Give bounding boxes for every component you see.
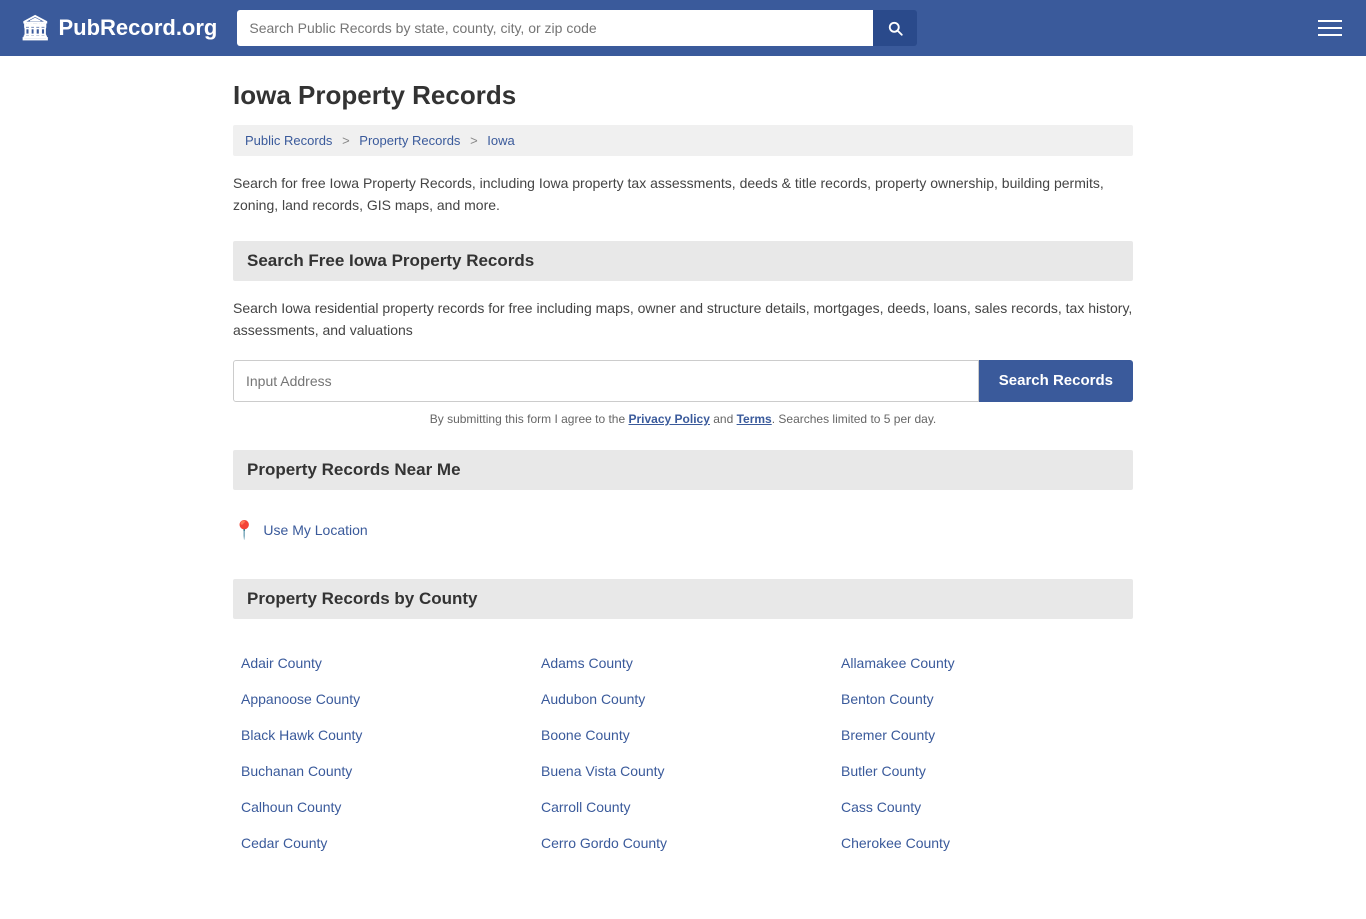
county-link[interactable]: Adair County [233,645,533,681]
county-link[interactable]: Audubon County [533,681,833,717]
near-me-label: Use My Location [263,522,367,538]
breadcrumb-public-records[interactable]: Public Records [245,133,332,148]
county-link[interactable]: Cass County [833,789,1133,825]
hamburger-line [1318,34,1342,36]
terms-link[interactable]: Terms [737,412,772,426]
breadcrumb: Public Records > Property Records > Iowa [233,125,1133,156]
breadcrumb-sep: > [342,133,350,148]
main-content: Iowa Property Records Public Records > P… [213,56,1153,919]
search-section-header: Search Free Iowa Property Records [233,241,1133,281]
address-search-row: Search Records [233,360,1133,402]
header-search-area [237,10,917,46]
privacy-policy-link[interactable]: Privacy Policy [629,412,710,426]
breadcrumb-property-records[interactable]: Property Records [359,133,460,148]
logo-text: PubRecord.org [58,15,217,41]
address-input[interactable] [233,360,979,402]
county-link[interactable]: Boone County [533,717,833,753]
county-link[interactable]: Cedar County [233,825,533,861]
site-header: 🏛 PubRecord.org [0,0,1366,56]
search-icon [886,19,904,37]
header-search-input[interactable] [237,10,873,46]
county-link[interactable]: Cerro Gordo County [533,825,833,861]
hamburger-line [1318,27,1342,29]
menu-button[interactable] [1314,16,1346,40]
county-link[interactable]: Appanoose County [233,681,533,717]
county-link[interactable]: Butler County [833,753,1133,789]
by-county-heading: Property Records by County [233,579,1133,619]
county-link[interactable]: Buchanan County [233,753,533,789]
site-logo[interactable]: 🏛 PubRecord.org [20,14,217,43]
by-county-section: Property Records by County Adair CountyA… [233,579,1133,871]
breadcrumb-iowa[interactable]: Iowa [487,133,514,148]
county-link[interactable]: Allamakee County [833,645,1133,681]
breadcrumb-sep2: > [470,133,478,148]
county-link[interactable]: Black Hawk County [233,717,533,753]
county-link[interactable]: Calhoun County [233,789,533,825]
header-search-button[interactable] [873,10,917,46]
search-records-button[interactable]: Search Records [979,360,1133,402]
search-section: Search Free Iowa Property Records Search… [233,241,1133,426]
near-me-section: Property Records Near Me 📍 Use My Locati… [233,450,1133,555]
county-link[interactable]: Adams County [533,645,833,681]
county-link[interactable]: Buena Vista County [533,753,833,789]
page-title: Iowa Property Records [233,80,1133,111]
building-icon: 🏛 [20,14,50,43]
county-link[interactable]: Benton County [833,681,1133,717]
location-pin-icon: 📍 [233,520,255,541]
search-section-desc: Search Iowa residential property records… [233,297,1133,342]
page-description: Search for free Iowa Property Records, i… [233,172,1133,217]
county-link[interactable]: Cherokee County [833,825,1133,861]
county-grid: Adair CountyAdams CountyAllamakee County… [233,635,1133,871]
hamburger-line [1318,20,1342,22]
near-me-heading: Property Records Near Me [233,450,1133,490]
use-my-location[interactable]: 📍 Use My Location [233,506,1133,555]
form-disclaimer: By submitting this form I agree to the P… [233,412,1133,426]
county-link[interactable]: Bremer County [833,717,1133,753]
county-link[interactable]: Carroll County [533,789,833,825]
